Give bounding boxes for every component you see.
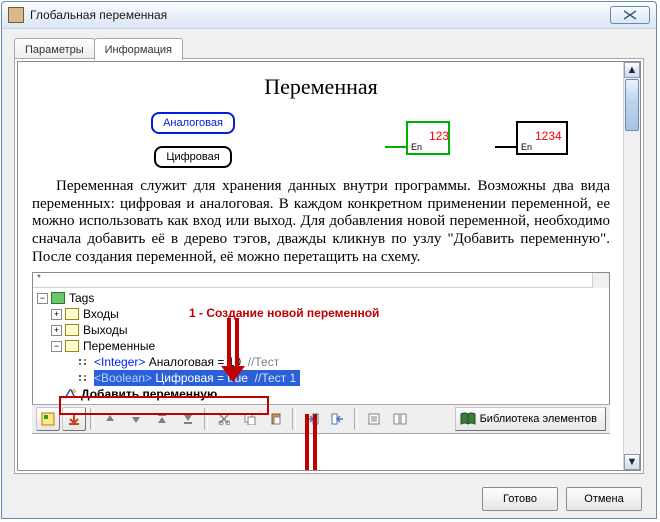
block-analog-icon: 123 En (385, 116, 455, 160)
folder-icon (65, 340, 79, 352)
tool-button[interactable] (326, 407, 350, 431)
scroll-down-icon[interactable]: ▼ (624, 454, 640, 470)
page-title: Переменная (32, 74, 610, 100)
annotation-step1: 1 - Создание новой переменной (189, 306, 379, 320)
description-text: Переменная служит для хранения данных вн… (32, 178, 610, 266)
svg-text:1234: 1234 (535, 129, 562, 143)
folder-icon (65, 308, 79, 320)
svg-text:En: En (411, 142, 422, 152)
window-title: Глобальная переменная (30, 8, 610, 22)
book-icon (460, 412, 476, 426)
tool-button[interactable] (362, 407, 386, 431)
svg-text:En: En (521, 142, 532, 152)
scroll-thumb[interactable] (625, 79, 639, 131)
ok-button[interactable]: Готово (482, 487, 558, 511)
tab-strip: Параметры Информация (14, 38, 182, 60)
tree-header: * (33, 273, 609, 288)
vertical-scrollbar[interactable]: ▲ ▼ (623, 62, 640, 470)
dialog-window: Глобальная переменная Параметры Информац… (1, 1, 657, 519)
annotation-arrow-icon (303, 414, 319, 470)
collapse-icon[interactable]: − (37, 293, 48, 304)
scroll-up-icon[interactable]: ▲ (624, 62, 640, 78)
tree-node-variables[interactable]: − Переменные (51, 338, 605, 354)
library-button[interactable]: Библиотека элементов (455, 407, 606, 431)
folder-icon (65, 324, 79, 336)
annotation-box (59, 396, 269, 415)
pill-digital: Цифровая (154, 146, 231, 168)
annotation-arrow-icon (221, 318, 245, 384)
content-area: Переменная Аналоговая Цифровая 123 En (18, 62, 624, 470)
tab-information[interactable]: Информация (94, 38, 183, 60)
dialog-footer: Готово Отмена (2, 480, 656, 518)
content-frame: ▲ ▼ Переменная Аналоговая Цифровая (17, 61, 641, 471)
expand-icon[interactable]: + (51, 325, 62, 336)
svg-text:123: 123 (429, 129, 449, 143)
tree-var-integer[interactable]: <Integer> Аналоговая = 10 //Тест (65, 354, 605, 370)
var-icon (76, 372, 90, 384)
collapse-icon[interactable]: − (51, 341, 62, 352)
block-digital-icon: 1234 En (495, 116, 573, 160)
expand-icon[interactable]: + (51, 309, 62, 320)
pill-analog: Аналоговая (151, 112, 235, 134)
tags-icon (51, 292, 65, 304)
tab-parameters[interactable]: Параметры (14, 38, 95, 60)
tab-body: ▲ ▼ Переменная Аналоговая Цифровая (14, 58, 644, 474)
close-icon[interactable] (610, 6, 650, 24)
tree-root[interactable]: − Tags (37, 290, 605, 306)
app-icon (8, 7, 24, 23)
tree-var-boolean[interactable]: <Boolean> Цифровая = true //Тест 1 (65, 370, 605, 386)
tags-tree: * − Tags + Входы + (32, 272, 610, 434)
tree-node-outputs[interactable]: + Выходы (51, 322, 605, 338)
cancel-button[interactable]: Отмена (566, 487, 642, 511)
titlebar[interactable]: Глобальная переменная (2, 2, 656, 29)
tool-button[interactable] (36, 407, 60, 431)
tool-button[interactable] (388, 407, 412, 431)
var-icon (76, 356, 90, 368)
